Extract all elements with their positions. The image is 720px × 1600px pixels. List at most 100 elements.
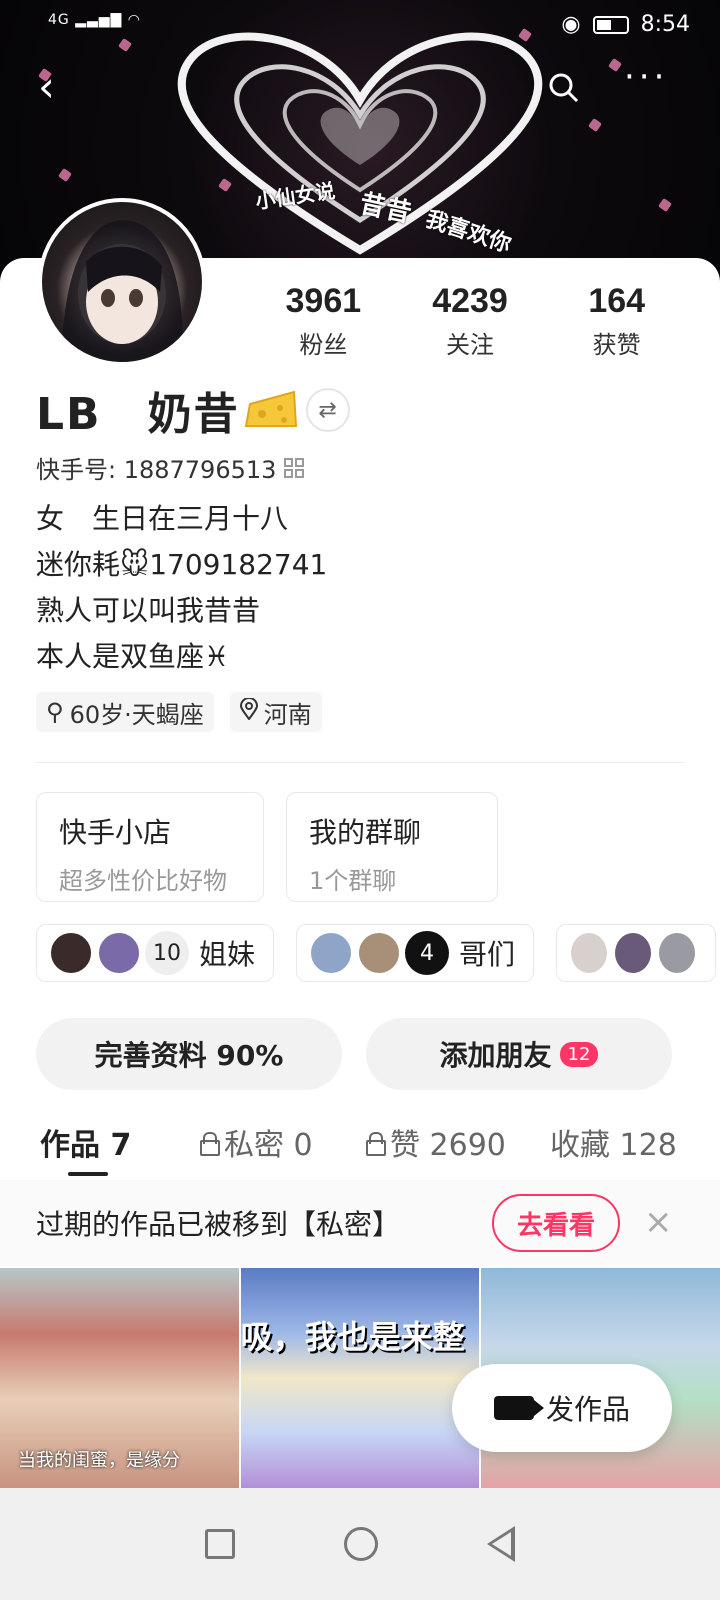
tag-label: 60岁·天蝎座 — [69, 700, 204, 729]
signal-icon: ▂▃▅▇ — [75, 12, 123, 28]
stat-label: 获赞 — [592, 331, 641, 359]
eye-icon: ◉ — [561, 12, 581, 37]
content-tabs: 作品 7 私密 0 赞 2690 收藏 128 — [0, 1114, 720, 1178]
gender-icon: ⚲ — [46, 698, 64, 726]
stats-row: 3961 粉丝 4239 关注 164 获赞 — [250, 282, 690, 360]
avatar — [657, 931, 697, 975]
group-more[interactable] — [556, 924, 716, 982]
work-thumbnail[interactable]: 吸，我也是来整 — [240, 1268, 480, 1488]
bio-line: 本人是双鱼座♓ — [36, 640, 230, 673]
tab-favorites[interactable]: 收藏 128 — [550, 1120, 677, 1164]
bio-line: 女 生日在三月十八 — [36, 502, 289, 535]
expired-notice: 过期的作品已被移到【私密】 去看看 × — [0, 1180, 720, 1266]
camera-icon — [493, 1396, 544, 1420]
avatar — [613, 931, 653, 975]
mini-card-title: 快手小店 — [59, 816, 172, 849]
group-label: 哥们 — [459, 938, 516, 971]
tab-private[interactable]: 私密 0 — [200, 1120, 313, 1164]
bio-line: 迷你耗🐭1709182741 — [36, 548, 328, 581]
stat-following[interactable]: 4239 关注 — [397, 282, 544, 360]
group-brothers[interactable]: 4 哥们 — [296, 924, 534, 982]
network-label: 4G — [48, 12, 70, 28]
button-label: 添加朋友 — [439, 1039, 552, 1072]
kuaishou-id: 快手号: 1887796513 — [36, 456, 277, 484]
tab-label: 赞 2690 — [390, 1128, 506, 1163]
back-nav-icon[interactable] — [487, 1526, 516, 1562]
sparkle-decoration — [588, 118, 602, 132]
avatar — [309, 931, 353, 975]
stat-value: 4239 — [432, 282, 508, 320]
stat-likes[interactable]: 164 获赞 — [543, 282, 690, 360]
tab-label: 收藏 128 — [550, 1128, 677, 1163]
button-label: 完善资料 90% — [94, 1039, 284, 1072]
stat-fans[interactable]: 3961 粉丝 — [250, 282, 397, 360]
profile-tags: ⚲ 60岁·天蝎座 河南 — [36, 692, 322, 732]
location-icon — [239, 697, 258, 726]
kuaishou-id-row[interactable]: 快手号: 1887796513 — [36, 450, 305, 485]
work-thumbnail[interactable]: 当我的闺蜜，是缘分 — [0, 1268, 239, 1488]
group-label: 姐妹 — [199, 938, 256, 971]
stat-value: 164 — [588, 282, 646, 320]
network-indicator: 4G ▂▃▅▇ ◠ — [48, 12, 141, 28]
clock: 8:54 — [640, 12, 690, 37]
post-work-button[interactable]: 发作品 — [452, 1364, 672, 1452]
add-friend-button[interactable]: 添加朋友 12 — [366, 1018, 672, 1090]
tab-label: 作品 7 — [40, 1128, 132, 1163]
search-icon[interactable] — [548, 72, 580, 110]
stat-value: 3961 — [285, 282, 362, 320]
mini-card-subtitle: 超多性价比好物 — [59, 867, 227, 895]
complete-profile-button[interactable]: 完善资料 90% — [36, 1018, 342, 1090]
tag-label: 河南 — [263, 700, 312, 729]
group-count: 4 — [405, 931, 449, 975]
wifi-icon: ◠ — [127, 12, 141, 28]
stat-label: 粉丝 — [299, 331, 348, 359]
shop-card[interactable]: 快手小店 超多性价比好物 — [36, 792, 264, 902]
lock-icon — [200, 1132, 220, 1156]
more-icon[interactable]: ··· — [624, 60, 668, 94]
sparkle-decoration — [658, 198, 672, 212]
group-chat-card[interactable]: 我的群聊 1个群聊 — [286, 792, 498, 902]
heart-graphic — [177, 32, 543, 255]
tab-liked[interactable]: 赞 2690 — [366, 1120, 506, 1164]
switch-account-button[interactable]: ⇄ — [305, 388, 350, 432]
bio-line: 熟人可以叫我昔昔 — [36, 594, 261, 627]
mini-cards: 快手小店 超多性价比好物 我的群聊 1个群聊 — [36, 792, 498, 902]
divider — [36, 762, 684, 763]
group-sisters[interactable]: 10 姐妹 — [36, 924, 274, 982]
profile-actions: 完善资料 90% 添加朋友 12 — [36, 1018, 672, 1090]
avatar — [97, 931, 141, 975]
bio: 女 生日在三月十八 迷你耗🐭1709182741 熟人可以叫我昔昔 本人是双鱼座… — [36, 496, 327, 680]
notification-badge: 12 — [559, 1041, 599, 1067]
button-label: 发作品 — [545, 1393, 630, 1426]
cheese-icon — [244, 388, 298, 432]
stat-label: 关注 — [446, 331, 494, 359]
avatar — [569, 931, 609, 975]
system-nav-bar — [0, 1488, 720, 1600]
active-tab-indicator — [68, 1172, 108, 1176]
name-row: LB 奶昔 ⇄ — [36, 378, 350, 442]
avatar — [357, 931, 401, 975]
friend-groups: 10 姐妹 4 哥们 — [36, 924, 716, 982]
group-count: 10 — [145, 931, 189, 975]
thumbnail-caption: 吸，我也是来整 — [240, 1318, 465, 1356]
recent-apps-icon[interactable] — [204, 1529, 235, 1559]
close-icon[interactable]: × — [644, 1202, 673, 1242]
back-icon[interactable]: ‹ — [38, 66, 55, 108]
thumbnail-caption: 当我的闺蜜，是缘分 — [18, 1450, 180, 1471]
mini-card-subtitle: 1个群聊 — [309, 867, 397, 895]
sparkle-decoration — [608, 58, 622, 72]
lock-icon — [366, 1132, 386, 1156]
tag-location[interactable]: 河南 — [229, 692, 322, 732]
qr-code-icon[interactable] — [284, 457, 305, 478]
tab-label: 私密 0 — [224, 1128, 313, 1163]
mini-card-title: 我的群聊 — [309, 816, 422, 849]
tab-works[interactable]: 作品 7 — [40, 1120, 131, 1164]
home-icon[interactable] — [343, 1527, 378, 1561]
profile-name: LB 奶昔 — [36, 389, 240, 440]
notice-text: 过期的作品已被移到【私密】 — [36, 1208, 401, 1241]
go-view-button[interactable]: 去看看 — [492, 1194, 620, 1252]
avatar[interactable] — [38, 198, 206, 366]
sparkle-decoration — [58, 168, 72, 182]
tag-age-zodiac[interactable]: ⚲ 60岁·天蝎座 — [36, 692, 214, 732]
avatar — [49, 931, 93, 975]
